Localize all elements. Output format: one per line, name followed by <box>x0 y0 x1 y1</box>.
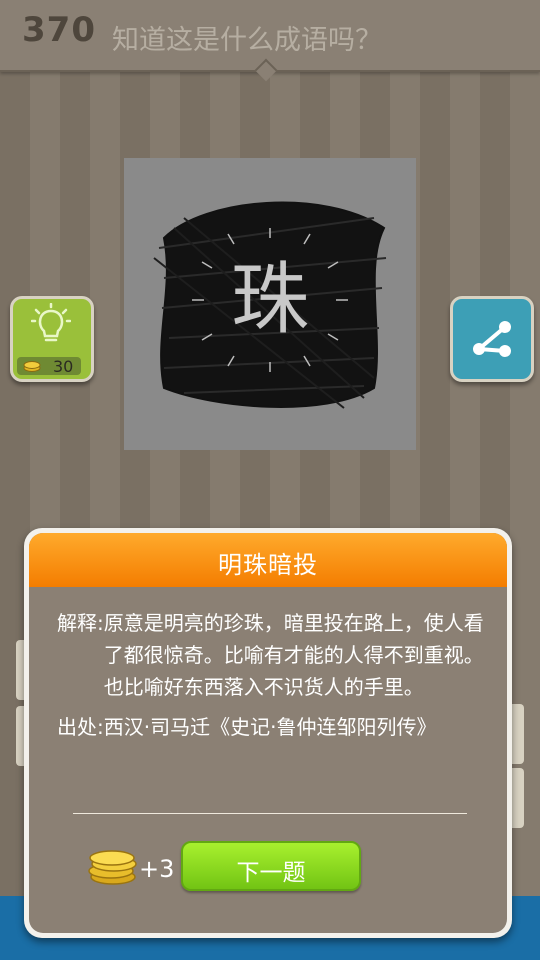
lightbulb-icon <box>31 303 71 342</box>
top-bar: 370 知道这是什么成语吗？ <box>0 0 540 72</box>
reward-amount: +3 <box>139 855 175 883</box>
level-number: 370 <box>22 10 96 50</box>
dialog-body: 明珠暗投 解释: 原意是明亮的珍珠，暗里投在路上，使人看了都很惊奇。比喻有才能的… <box>29 533 507 933</box>
share-icon <box>473 321 511 357</box>
coin-icon <box>23 361 41 372</box>
explanation-text: 原意是明亮的珍珠，暗里投在路上，使人看了都很惊奇。比喻有才能的人得不到重视。也比… <box>103 611 484 699</box>
source-text: 西汉·司马迁《史记·鲁仲连邹阳列传》 <box>103 715 437 739</box>
share-button[interactable] <box>450 296 534 382</box>
source-label: 出处: <box>57 715 104 739</box>
hint-cost-badge: 30 <box>17 357 81 376</box>
hint-button[interactable]: 30 <box>10 296 94 382</box>
question-text: 知道这是什么成语吗？ <box>112 25 382 56</box>
coin-stack-icon <box>88 850 137 885</box>
explanation-row: 解释: 原意是明亮的珍珠，暗里投在路上，使人看了都很惊奇。比喻有才能的人得不到重… <box>57 607 497 703</box>
answer-slot-right <box>510 704 524 764</box>
source-row: 出处: 西汉·司马迁《史记·鲁仲连邹阳列传》 <box>57 711 497 743</box>
idiom-title: 明珠暗投 <box>218 551 318 579</box>
next-question-button[interactable]: 下一题 <box>181 841 361 891</box>
answer-slot-right <box>510 768 524 828</box>
answer-dialog: 明珠暗投 解释: 原意是明亮的珍珠，暗里投在路上，使人看了都很惊奇。比喻有才能的… <box>24 528 512 938</box>
divider <box>73 813 467 814</box>
hint-cost-value: 30 <box>53 357 74 376</box>
puzzle-character: 珠 <box>231 255 309 345</box>
explanation-label: 解释: <box>57 611 104 635</box>
dialog-header: 明珠暗投 <box>29 533 507 587</box>
next-question-label: 下一题 <box>236 860 306 886</box>
idiom-info: 解释: 原意是明亮的珍珠，暗里投在路上，使人看了都很惊奇。比喻有才能的人得不到重… <box>57 607 497 743</box>
puzzle-image: 珠 <box>124 158 416 450</box>
